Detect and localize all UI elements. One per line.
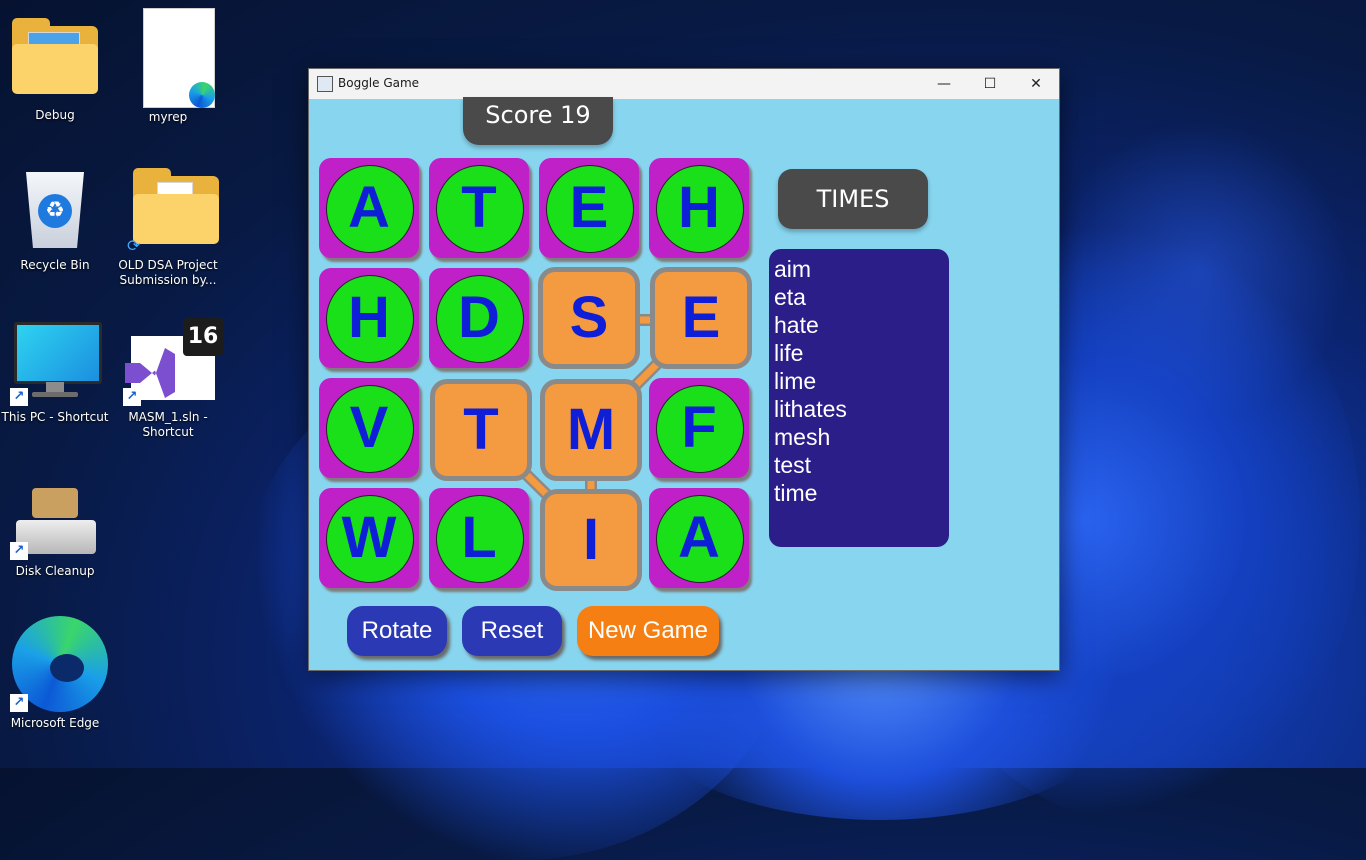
found-word: eta [774,284,806,310]
desktop-icon-label: MASM_1.sln - Shortcut [128,410,208,439]
pdf-document-icon [123,6,215,108]
found-words-panel: aim eta hate life lime lithates mesh test time [769,249,949,547]
reset-button[interactable]: Reset [462,606,562,656]
found-word: lithates [774,396,847,422]
tile-r2c3[interactable]: F [649,378,749,478]
found-word: hate [774,312,819,338]
shortcut-arrow-icon: ↗ [123,388,141,406]
recycle-bin-icon: ♻ [10,164,100,254]
shortcut-arrow-icon: ↗ [10,542,28,560]
desktop-icon-old-dsa-project[interactable]: W ⟳ OLD DSA Project Submission by... [113,164,223,288]
tile-r0c3[interactable]: H [649,158,749,258]
desktop-icon-myrep[interactable]: myrep [113,6,223,125]
desktop-icon-microsoft-edge[interactable]: ↗ Microsoft Edge [0,616,110,731]
folder-icon [10,14,100,104]
visual-studio-icon: 16 ↗ [123,316,223,406]
desktop-icon-label: Debug [35,108,75,122]
tile-r1c1[interactable]: D [429,268,529,368]
found-word: time [774,480,818,506]
desktop-icon-label: Disk Cleanup [15,564,95,578]
found-word: life [774,340,804,366]
tile-r1c3-selected[interactable]: E [655,272,747,364]
tile-r3c0[interactable]: W [319,488,419,588]
rotate-button[interactable]: Rotate [347,606,447,656]
tile-r0c2[interactable]: E [539,158,639,258]
tile-r2c2-selected[interactable]: M [545,384,637,476]
tile-r0c1[interactable]: T [429,158,529,258]
new-game-button[interactable]: New Game [577,606,719,656]
wallpaper-bloom [1050,120,1350,420]
tile-r2c0[interactable]: V [319,378,419,478]
desktop-icon-disk-cleanup[interactable]: ↗ Disk Cleanup [0,480,110,579]
calendar-badge: 16 [183,318,223,356]
desktop-icon-masm-sln[interactable]: 16 ↗ MASM_1.sln - Shortcut [113,316,223,440]
tile-r2c1-selected[interactable]: T [435,384,527,476]
tile-r1c0[interactable]: H [319,268,419,368]
tile-r3c2-selected[interactable]: I [545,494,637,586]
desktop-icon-label: myrep [148,110,188,124]
desktop-icon-label: OLD DSA Project Submission by... [118,258,218,287]
boggle-window: Boggle Game — ☐ ✕ Score 19 A T E H H D S… [308,68,1060,671]
found-words-list: aim eta hate life lime lithates mesh test time [769,249,949,507]
tile-r3c3[interactable]: A [649,488,749,588]
found-word: mesh [774,424,831,450]
disk-cleanup-icon: ↗ [10,480,100,560]
times-label: TIMES [778,169,928,229]
desktop-icon-label: This PC - Shortcut [1,410,109,424]
found-word: test [774,452,812,478]
shortcut-arrow-icon: ↗ [10,694,28,712]
computer-icon: ↗ [10,316,102,406]
desktop-icon-recycle-bin[interactable]: ♻ Recycle Bin [0,164,110,273]
desktop-icon-this-pc[interactable]: ↗ This PC - Shortcut [0,316,110,425]
folder-icon: W ⟳ [123,164,219,255]
shortcut-arrow-icon: ↗ [10,388,28,406]
tile-r3c1[interactable]: L [429,488,529,588]
tile-r0c0[interactable]: A [319,158,419,258]
desktop-icon-debug[interactable]: Debug [0,14,110,123]
edge-icon: ↗ [10,616,108,712]
found-word: lime [774,368,817,394]
desktop-icon-label: Recycle Bin [20,258,90,272]
sync-icon: ⟳ [127,236,141,255]
found-word: aim [774,256,812,282]
desktop-icon-label: Microsoft Edge [10,716,100,730]
tile-r1c2-selected[interactable]: S [543,272,635,364]
